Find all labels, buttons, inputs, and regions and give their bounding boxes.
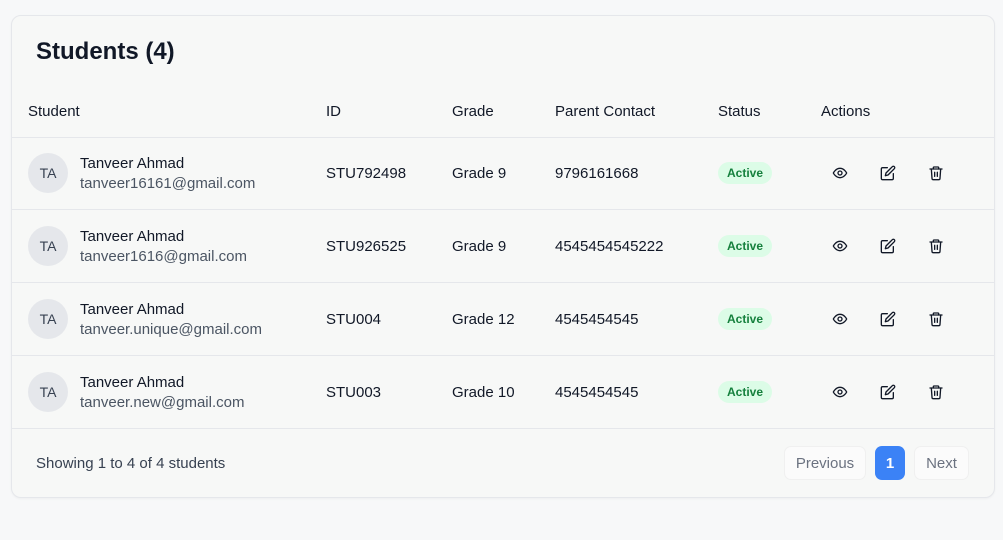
students-card: Students (4) Student ID Grade Parent Con… (11, 15, 995, 498)
status-badge: Active (718, 162, 773, 184)
student-email: tanveer16161@gmail.com (80, 175, 256, 192)
parent-contact: 4545454545 (555, 311, 639, 328)
edit-button[interactable] (876, 234, 900, 258)
delete-button[interactable] (924, 307, 948, 331)
student-grade: Grade 12 (452, 311, 515, 328)
edit-icon (880, 384, 896, 400)
student-id: STU792498 (326, 165, 407, 182)
status-badge: Active (718, 235, 773, 257)
parent-contact: 9796161668 (555, 165, 639, 182)
trash-icon (929, 312, 943, 327)
eye-icon (832, 386, 848, 398)
student-name: Tanveer Ahmad (80, 155, 185, 172)
trash-icon (929, 166, 943, 181)
delete-button[interactable] (924, 161, 948, 185)
student-email: tanveer.unique@gmail.com (80, 321, 262, 338)
trash-icon (929, 385, 943, 400)
student-grade: Grade 10 (452, 384, 515, 401)
next-page-button[interactable]: Next (914, 446, 969, 480)
column-header-parent-contact[interactable]: Parent Contact (555, 104, 655, 120)
table-row: TA Tanveer Ahmad tanveer.new@gmail.com S… (12, 356, 994, 429)
student-id: STU003 (326, 384, 382, 401)
edit-button[interactable] (876, 161, 900, 185)
view-button[interactable] (828, 307, 852, 331)
previous-page-button[interactable]: Previous (784, 446, 866, 480)
student-name: Tanveer Ahmad (80, 374, 185, 391)
avatar: TA (28, 153, 68, 193)
parent-contact: 4545454545 (555, 384, 639, 401)
column-header-status[interactable]: Status (718, 104, 761, 120)
table-row: TA Tanveer Ahmad tanveer1616@gmail.com S… (12, 210, 994, 283)
delete-button[interactable] (924, 380, 948, 404)
column-header-id[interactable]: ID (326, 104, 341, 120)
edit-button[interactable] (876, 380, 900, 404)
table-row: TA Tanveer Ahmad tanveer16161@gmail.com … (12, 137, 994, 210)
student-id: STU926525 (326, 238, 407, 255)
eye-icon (832, 240, 848, 252)
student-id: STU004 (326, 311, 382, 328)
student-email: tanveer.new@gmail.com (80, 394, 245, 411)
trash-icon (929, 239, 943, 254)
eye-icon (832, 313, 848, 325)
page-title: Students (4) (36, 38, 175, 65)
table-header: Student ID Grade Parent Contact Status A… (12, 104, 994, 138)
parent-contact: 4545454545222 (555, 238, 664, 255)
student-grade: Grade 9 (452, 165, 507, 182)
edit-icon (880, 165, 896, 181)
view-button[interactable] (828, 161, 852, 185)
edit-icon (880, 238, 896, 254)
column-header-student[interactable]: Student (28, 104, 80, 120)
table-row: TA Tanveer Ahmad tanveer.unique@gmail.co… (12, 283, 994, 356)
student-name: Tanveer Ahmad (80, 228, 185, 245)
view-button[interactable] (828, 380, 852, 404)
student-name: Tanveer Ahmad (80, 301, 185, 318)
edit-button[interactable] (876, 307, 900, 331)
avatar: TA (28, 372, 68, 412)
edit-icon (880, 311, 896, 327)
avatar: TA (28, 226, 68, 266)
delete-button[interactable] (924, 234, 948, 258)
status-badge: Active (718, 381, 773, 403)
student-email: tanveer1616@gmail.com (80, 248, 247, 265)
column-header-grade[interactable]: Grade (452, 104, 494, 120)
page-1-button[interactable]: 1 (875, 446, 905, 480)
column-header-actions: Actions (821, 103, 871, 120)
eye-icon (832, 167, 848, 179)
status-badge: Active (718, 308, 773, 330)
view-button[interactable] (828, 234, 852, 258)
avatar: TA (28, 299, 68, 339)
pagination-summary: Showing 1 to 4 of 4 students (36, 455, 226, 472)
student-grade: Grade 9 (452, 238, 507, 255)
